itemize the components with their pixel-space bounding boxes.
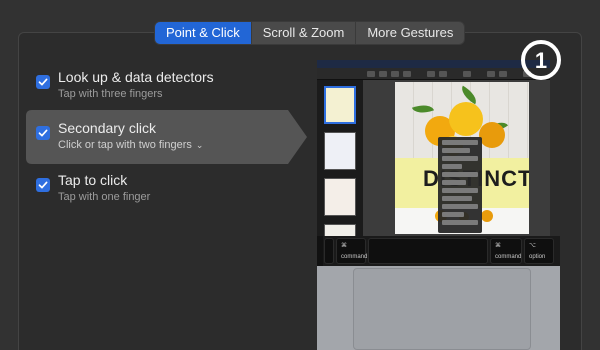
tap-to-click-checkbox[interactable] xyxy=(36,178,50,192)
selected-option-highlight xyxy=(26,110,307,164)
option-title: Look up & data detectors xyxy=(58,69,214,85)
option-key: ⌥ option xyxy=(524,238,554,264)
brand-logo: 1 xyxy=(521,40,561,80)
preview-keyboard-row: ⌘ command ⌘ command ⌥ option xyxy=(317,236,560,266)
option-subtitle: Click or tap with two fingers xyxy=(58,139,192,151)
gesture-preview-video: DISTINCT xyxy=(317,60,550,260)
option-subtitle: Tap with one finger xyxy=(58,191,151,203)
preview-page-thumbnails xyxy=(317,80,363,256)
preview-canvas: DISTINCT xyxy=(363,80,550,236)
preview-context-menu xyxy=(438,137,482,233)
tab-point-and-click[interactable]: Point & Click xyxy=(155,22,252,44)
look-up-checkbox[interactable] xyxy=(36,75,50,89)
left-command-key: ⌘ command xyxy=(336,238,367,264)
secondary-click-checkbox[interactable] xyxy=(36,126,50,140)
checkmark-icon xyxy=(38,129,48,137)
option-subtitle: Tap with three fingers xyxy=(58,88,163,100)
preview-toolbar xyxy=(317,68,550,80)
preview-menu-bar xyxy=(317,60,550,68)
option-title: Tap to click xyxy=(58,172,128,188)
right-command-key: ⌘ command xyxy=(490,238,522,264)
checkmark-icon xyxy=(38,78,48,86)
svg-text:1: 1 xyxy=(535,48,547,73)
chevron-down-icon: ⌄ xyxy=(195,140,204,150)
space-bar xyxy=(368,238,488,264)
preview-trackpad xyxy=(353,268,531,350)
option-title: Secondary click xyxy=(58,120,157,136)
tab-scroll-and-zoom[interactable]: Scroll & Zoom xyxy=(252,22,357,44)
checkmark-icon xyxy=(38,181,48,189)
secondary-click-dropdown[interactable]: Click or tap with two fingers ⌄ xyxy=(58,139,203,151)
tab-bar: Point & Click Scroll & Zoom More Gesture… xyxy=(155,22,465,44)
tab-more-gestures[interactable]: More Gestures xyxy=(356,22,464,44)
